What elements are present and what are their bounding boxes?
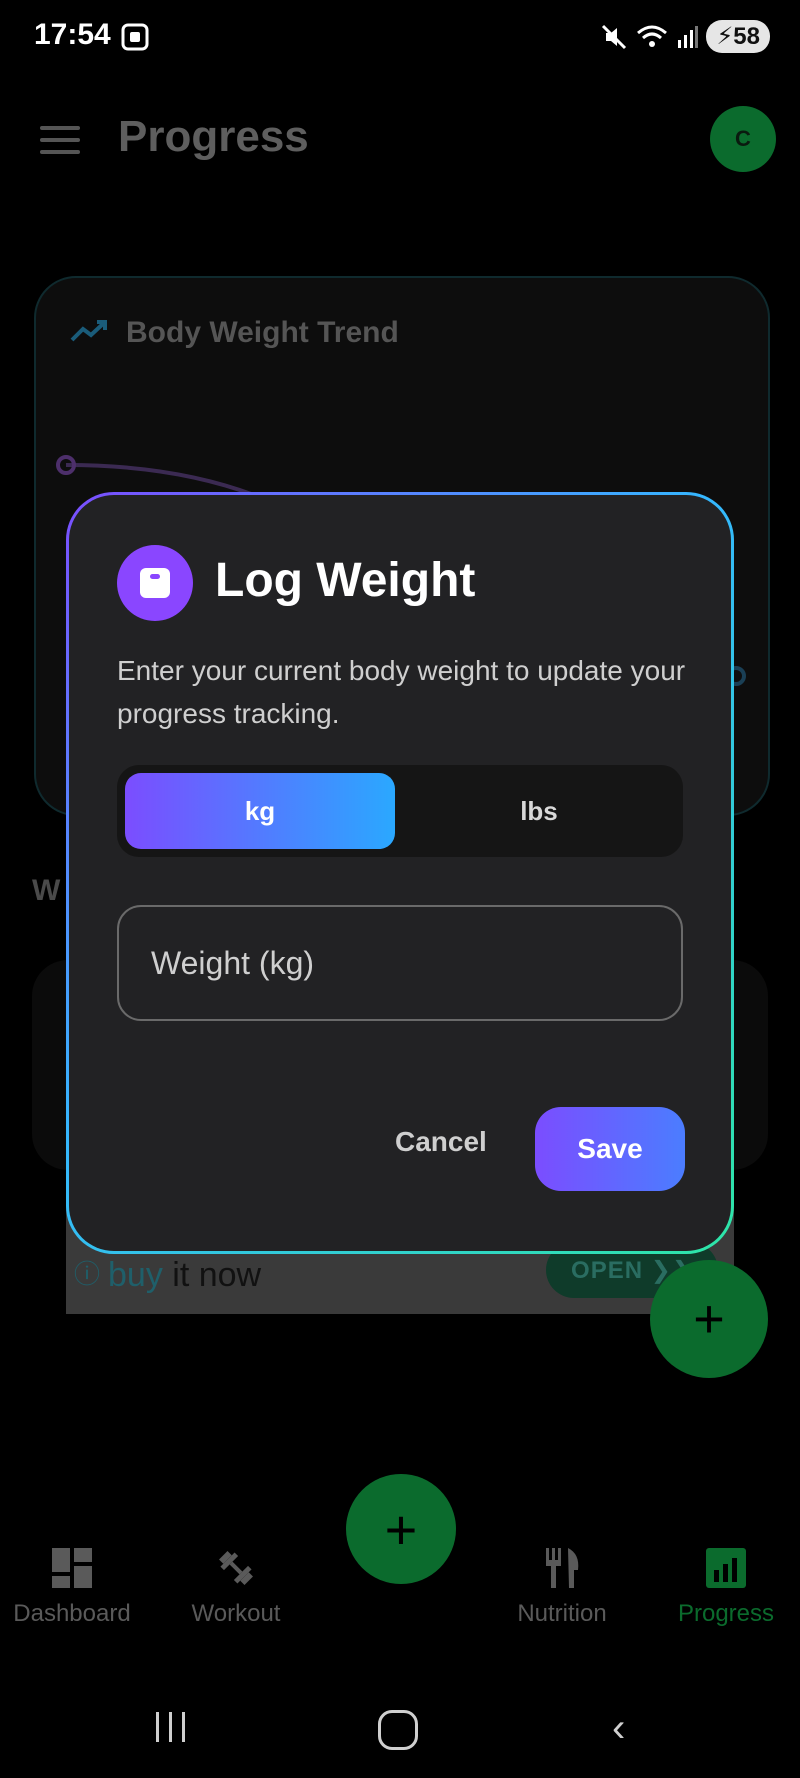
ad-text: buy it now: [108, 1256, 262, 1294]
page-title: Progress: [118, 112, 309, 161]
nav-item-progress[interactable]: Progress: [646, 1544, 800, 1628]
dialog-description: Enter your current body weight to update…: [117, 655, 686, 729]
system-home-button[interactable]: [378, 1710, 418, 1750]
wifi-icon: [637, 25, 668, 47]
log-weight-dialog: Log Weight Enter your current body weigh…: [66, 492, 734, 1254]
trending-up-icon: [70, 318, 108, 352]
ad-info-icon[interactable]: ⓘ: [74, 1254, 100, 1291]
save-button[interactable]: Save: [535, 1107, 685, 1191]
scale-icon: [117, 545, 193, 621]
dashboard-icon: [52, 1548, 92, 1588]
battery-indicator: ⚡58: [706, 20, 770, 53]
system-back-button[interactable]: ‹: [612, 1706, 625, 1751]
mute-icon: [602, 24, 627, 49]
nav-item-dashboard[interactable]: Dashboard: [0, 1544, 152, 1628]
nav-item-workout[interactable]: Workout: [156, 1544, 316, 1628]
status-time: 17:54: [34, 18, 111, 51]
signal-icon: [678, 25, 699, 48]
weight-input[interactable]: [117, 905, 683, 1021]
dumbbell-icon: [219, 1551, 253, 1585]
screenshot-icon: [120, 22, 150, 57]
nav-item-nutrition[interactable]: Nutrition: [482, 1544, 642, 1628]
trend-card-title: Body Weight Trend: [126, 316, 399, 349]
add-fab-button[interactable]: +: [650, 1260, 768, 1378]
dialog-title: Log Weight: [215, 554, 476, 607]
unit-kg-button[interactable]: kg: [125, 773, 395, 849]
status-icons: ⚡58: [600, 20, 770, 53]
avatar[interactable]: C: [710, 106, 776, 172]
menu-icon[interactable]: [40, 126, 80, 162]
bar-chart-icon: [706, 1548, 746, 1588]
cancel-button[interactable]: Cancel: [389, 1125, 493, 1159]
section-heading: W: [32, 874, 61, 907]
fork-knife-icon: [546, 1548, 579, 1588]
center-add-button[interactable]: +: [346, 1474, 456, 1584]
unit-lbs-button[interactable]: lbs: [403, 773, 675, 849]
unit-toggle: kg lbs: [117, 765, 683, 857]
system-recents-button[interactable]: [156, 1712, 190, 1742]
